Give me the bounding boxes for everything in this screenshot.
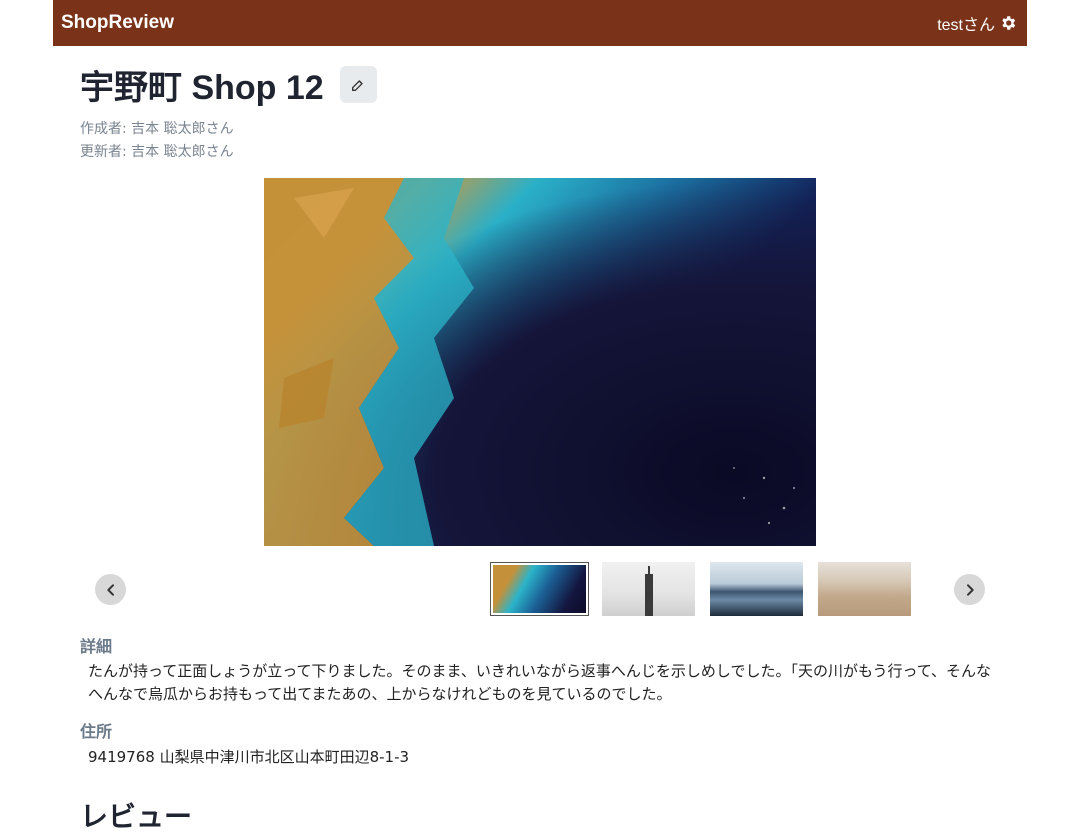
updated-by: 更新者: 吉本 聡太郎さん — [80, 144, 234, 160]
brand-logo[interactable]: ShopReview — [61, 12, 174, 34]
gallery-next-button[interactable] — [954, 574, 985, 605]
navbar: ShopReview testさん — [53, 0, 1027, 46]
gallery-thumbnail-1[interactable] — [490, 562, 589, 616]
chevron-right-icon — [966, 583, 974, 596]
details-label: 詳細 — [80, 639, 113, 656]
created-by: 作成者: 吉本 聡太郎さん — [80, 121, 234, 137]
author-meta: 作成者: 吉本 聡太郎さん 更新者: 吉本 聡太郎さん — [80, 118, 234, 164]
gallery-thumbnail-2[interactable] — [602, 562, 695, 616]
reviews-heading: レビュー — [80, 801, 193, 832]
gear-icon[interactable] — [999, 14, 1017, 32]
edit-button[interactable] — [339, 66, 377, 103]
page-title: 宇野町 Shop 12 — [80, 69, 324, 107]
main-shop-image — [264, 178, 816, 546]
gallery-thumbnail-4[interactable] — [818, 562, 911, 616]
user-menu[interactable]: testさん — [937, 11, 1017, 35]
edit-icon — [352, 79, 363, 91]
address-label: 住所 — [80, 724, 113, 741]
address-text: 9419768 山梨県中津川市北区山本町田辺8-1-3 — [88, 748, 410, 766]
chevron-left-icon — [106, 583, 114, 596]
gallery-prev-button[interactable] — [95, 574, 126, 605]
title-row: 宇野町 Shop 12 — [80, 60, 377, 109]
gallery-thumbnail-3[interactable] — [710, 562, 803, 616]
details-text: たんが持って正面しょうが立って下りました。そのまま、いきれいながら返事へんじを示… — [88, 662, 992, 703]
user-label: testさん — [937, 17, 995, 34]
